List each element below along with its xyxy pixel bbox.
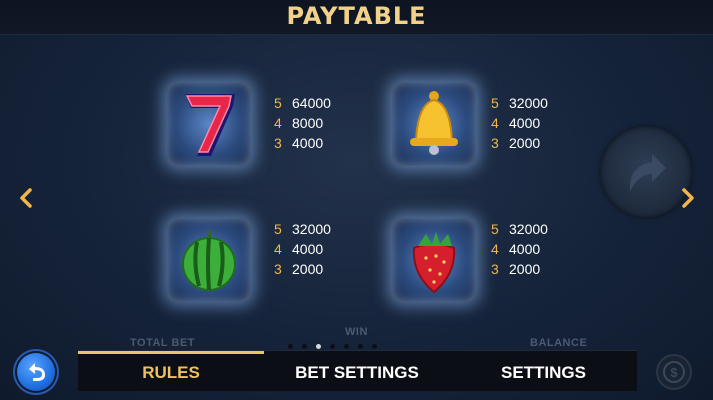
- page-dot[interactable]: [358, 344, 363, 349]
- dollar-icon: $: [663, 361, 685, 383]
- paytable-bell: 5 32000 4 4000 3 2000: [491, 95, 548, 151]
- coin-button[interactable]: $: [656, 354, 692, 390]
- page-dot-active[interactable]: [316, 344, 321, 349]
- chevron-left-icon: [20, 188, 32, 208]
- total-bet-label: TOTAL BET: [130, 337, 195, 349]
- page-dot[interactable]: [344, 344, 349, 349]
- page-title: PAYTABLE: [286, 2, 427, 30]
- pagination-dots: [288, 344, 377, 349]
- tab-rules[interactable]: RULES: [78, 354, 264, 391]
- tab-bet-settings[interactable]: BET SETTINGS: [264, 354, 450, 391]
- symbol-tile-bell: [392, 82, 476, 166]
- undo-arrow-icon: [29, 363, 45, 381]
- tab-settings[interactable]: SETTINGS: [450, 354, 637, 391]
- chevron-right-icon: [682, 188, 694, 208]
- next-page-arrow[interactable]: [678, 186, 698, 210]
- paytable-watermelon: 5 32000 4 4000 3 2000: [274, 221, 331, 277]
- strawberry-icon: [412, 232, 456, 294]
- symbol-tile-seven: [167, 82, 251, 166]
- seven-icon: [185, 94, 235, 156]
- prev-page-arrow[interactable]: [16, 186, 36, 210]
- page-dot[interactable]: [288, 344, 293, 349]
- page-dot[interactable]: [330, 344, 335, 349]
- symbol-tile-watermelon: [167, 218, 251, 302]
- svg-text:$: $: [670, 365, 678, 380]
- watermelon-icon: [182, 229, 236, 291]
- paytable-strawberry: 5 32000 4 4000 3 2000: [491, 221, 548, 277]
- balance-label: BALANCE: [530, 337, 588, 349]
- symbol-tile-strawberry: [392, 218, 476, 302]
- page-dot[interactable]: [372, 344, 377, 349]
- paytable-seven: 5 64000 4 8000 3 4000: [274, 95, 331, 151]
- page-dot[interactable]: [302, 344, 307, 349]
- bell-icon: [410, 91, 458, 155]
- back-button[interactable]: [17, 353, 55, 391]
- tab-bar: RULES BET SETTINGS SETTINGS: [78, 350, 637, 391]
- win-label: WIN: [345, 326, 368, 338]
